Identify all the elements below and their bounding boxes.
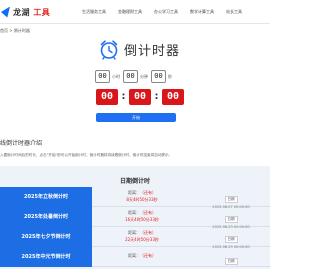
event-remaining: 8天4时50分33秒 [126,197,158,202]
breadcrumb[interactable]: 首页 > 倒计时器 [0,28,30,34]
section-description: 入要倒计时间后的时长，点击"开始"即可以开始倒计时，倒计时器将持续着倒计时，倒计… [0,153,173,157]
event-status: 距离：（还有） 22天4时50分33秒 [92,230,192,243]
display-hours: 00 [96,89,118,105]
display-separator: : [121,91,126,102]
nav-item-office[interactable]: 办公学习工具 [154,0,178,24]
event-remaining: 16天4时50分33秒 [125,217,159,222]
date-label: 日期 [224,195,238,203]
hours-unit-label: 小时 [112,73,120,79]
date-label: 日期 [224,257,238,265]
table-row: 2025年中元节倒计时 距离：（还有） 日期 [0,246,270,267]
seconds-input[interactable]: 00 [151,70,166,83]
event-name-link[interactable]: 2025年处暑倒计时 [0,206,92,227]
alarm-clock-icon [100,40,118,60]
minutes-unit-label: 分钟 [140,73,148,79]
time-input-row: 00 小时 00 分钟 00 秒 [95,70,175,83]
table-row: 2025年七夕节倒计时 距离：（还有） 22天4时50分33秒 日期 2025-… [0,225,270,249]
page-title: 倒计时器 [124,43,181,59]
site-header: 龙湖 工具 生活服务工具 金融理财工具 办公学习工具 数学计算工具 站长工具 [0,0,270,24]
countdown-display: 00 : 00 : 00 [96,89,184,105]
main-nav: 生活服务工具 金融理财工具 办公学习工具 数学计算工具 站长工具 [82,0,254,24]
display-separator: : [154,91,159,102]
nav-item-finance[interactable]: 金融理财工具 [118,0,142,24]
hours-input[interactable]: 00 [95,70,110,83]
display-minutes: 00 [129,89,151,105]
nav-item-webmaster[interactable]: 站长工具 [226,0,242,24]
event-list: 2025年立秋倒计时 距离：（还有） 8天4时50分33秒 日期 2025-08… [0,186,270,267]
event-date: 日期 2025-08-29 00:00:00 [192,225,270,249]
event-status: 距离：（还有） [128,253,156,258]
seconds-unit-label: 秒 [168,73,172,79]
title-row: 倒计时器 [98,38,180,60]
logo-text: 龙湖 工具 [13,7,51,17]
event-name-link[interactable]: 2025年中元节倒计时 [0,246,92,267]
start-button[interactable]: 开始 [96,113,176,122]
event-name-link[interactable]: 2025年立秋倒计时 [0,186,92,207]
display-seconds: 00 [162,89,184,105]
logo-mark-icon [1,7,10,18]
minutes-input[interactable]: 00 [123,70,138,83]
section-title: 线倒计时器介绍 [0,140,43,147]
event-status: 距离：（还有） 8天4时50分33秒 [92,190,192,203]
event-name-link[interactable]: 2025年七夕节倒计时 [0,226,92,247]
nav-item-math[interactable]: 数学计算工具 [190,0,214,24]
event-status: 距离：（还有） 16天4时50分33秒 [92,210,192,223]
nav-item-life[interactable]: 生活服务工具 [82,0,106,24]
event-date: 日期 [192,247,270,267]
date-label: 日期 [224,215,238,223]
date-label: 日期 [224,235,238,243]
event-remaining: 22天4时50分33秒 [125,237,159,242]
site-logo[interactable]: 龙湖 工具 [0,4,50,20]
